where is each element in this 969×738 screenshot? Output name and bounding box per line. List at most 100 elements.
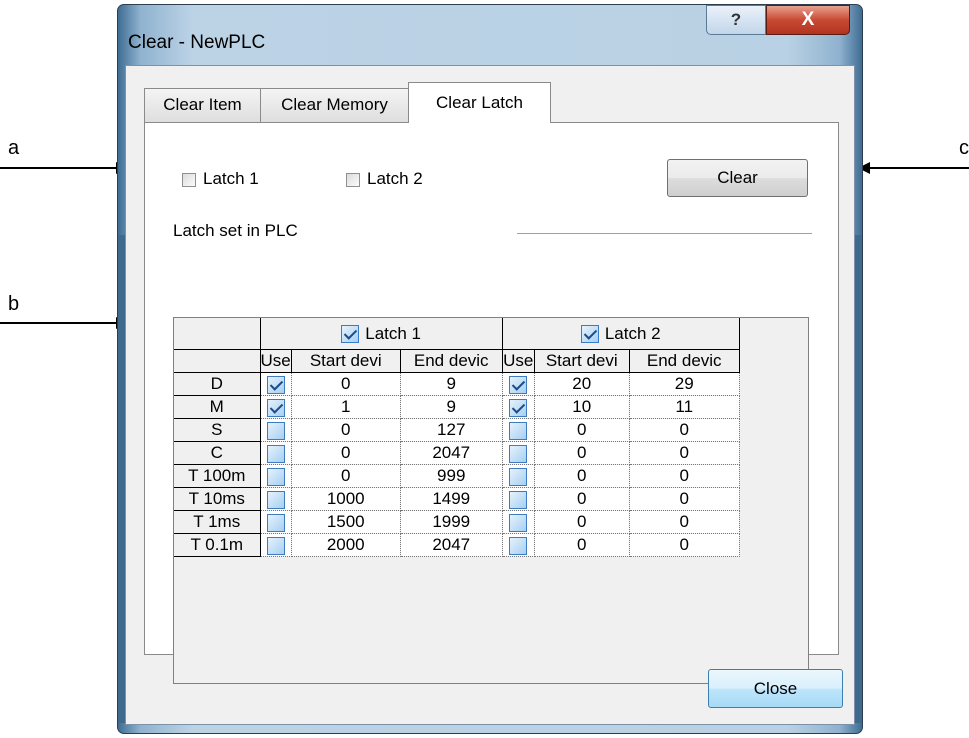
latch2-end-cell[interactable]: 0 (629, 441, 740, 465)
latch1-end-cell[interactable]: 1499 (400, 487, 503, 511)
latch1-use-checkbox[interactable] (266, 375, 285, 394)
latch1-end-cell[interactable]: 2047 (400, 533, 503, 557)
close-button[interactable]: Close (708, 669, 843, 708)
latch2-use-checkbox[interactable] (509, 444, 528, 463)
grid-corner-cell (174, 349, 261, 373)
group-header-latch1: Latch 1 (260, 318, 503, 350)
latch1-use-checkbox-cell (260, 441, 292, 465)
latch2-start-cell[interactable]: 0 (534, 510, 630, 534)
latch2-checkbox[interactable] (346, 173, 360, 187)
latch2-end-cell[interactable]: 11 (629, 395, 740, 419)
dialog-client-area: Clear Item Clear Memory Clear Latch Latc… (125, 65, 855, 725)
callout-a: a (8, 137, 20, 159)
latch1-use-checkbox-cell (260, 487, 292, 511)
device-name-cell: T 10ms (174, 487, 261, 511)
latch1-start-cell[interactable]: 0 (291, 418, 401, 442)
latch1-end-cell[interactable]: 9 (400, 395, 503, 419)
latch2-use-checkbox[interactable] (509, 513, 528, 532)
column-header-end-2: End devic (629, 349, 740, 373)
device-name-cell: M (174, 395, 261, 419)
section-separator (517, 233, 812, 234)
latch1-end-cell[interactable]: 9 (400, 372, 503, 396)
latch1-start-cell[interactable]: 1000 (291, 487, 401, 511)
window-title: Clear - NewPLC (128, 32, 266, 53)
latch2-end-cell[interactable]: 0 (629, 464, 740, 488)
latch1-use-checkbox[interactable] (266, 421, 285, 440)
window-close-button[interactable]: X (766, 5, 850, 35)
tab-clear-memory[interactable]: Clear Memory (260, 88, 409, 122)
device-name-cell: C (174, 441, 261, 465)
column-header-start-1: Start devi (291, 349, 401, 373)
table-row: T 0.1m 2000 2047 0 0 (174, 533, 740, 557)
latch2-end-cell[interactable]: 29 (629, 372, 740, 396)
latch1-start-cell[interactable]: 0 (291, 441, 401, 465)
latch-table: Latch 1 Latch 2 Use Start devi End devic… (174, 318, 740, 557)
latch2-use-checkbox-cell (502, 372, 535, 396)
latch1-end-cell[interactable]: 127 (400, 418, 503, 442)
latch1-label: Latch 1 (203, 169, 259, 188)
table-row: T 1ms 1500 1999 0 0 (174, 510, 740, 534)
latch1-use-checkbox-cell (260, 395, 292, 419)
latch2-use-checkbox-cell (502, 487, 535, 511)
group-latch1-checkbox[interactable] (341, 325, 360, 344)
group-latch1-label: Latch 1 (365, 323, 421, 343)
latch2-start-cell[interactable]: 0 (534, 464, 630, 488)
latch1-use-checkbox[interactable] (266, 444, 285, 463)
latch2-use-checkbox[interactable] (509, 375, 528, 394)
latch-grid: Latch 1 Latch 2 Use Start devi End devic… (173, 317, 809, 684)
latch2-end-cell[interactable]: 0 (629, 418, 740, 442)
latch1-checkbox[interactable] (182, 173, 196, 187)
table-row: T 100m 0 999 0 0 (174, 464, 740, 488)
latch1-start-cell[interactable]: 1500 (291, 510, 401, 534)
device-name-cell: T 100m (174, 464, 261, 488)
latch2-use-checkbox-cell (502, 441, 535, 465)
column-header-use-2: Use (502, 349, 535, 373)
tab-clear-latch[interactable]: Clear Latch (408, 82, 551, 123)
latch1-start-cell[interactable]: 2000 (291, 533, 401, 557)
clear-button[interactable]: Clear (667, 159, 808, 197)
latch1-use-checkbox-cell (260, 418, 292, 442)
help-button[interactable]: ? (706, 5, 766, 35)
latch2-label: Latch 2 (367, 169, 423, 188)
latch1-start-cell[interactable]: 0 (291, 372, 401, 396)
grid-corner-cell (174, 318, 261, 350)
grid-group-header-row: Latch 1 Latch 2 (174, 318, 740, 350)
device-name-cell: T 1ms (174, 510, 261, 534)
table-row: C 0 2047 0 0 (174, 441, 740, 465)
grid-column-header-row: Use Start devi End devic Use Start devi … (174, 349, 740, 373)
latch2-end-cell[interactable]: 0 (629, 510, 740, 534)
latch1-use-checkbox[interactable] (266, 490, 285, 509)
latch1-end-cell[interactable]: 2047 (400, 441, 503, 465)
group-latch2-checkbox[interactable] (580, 325, 599, 344)
latch2-end-cell[interactable]: 0 (629, 533, 740, 557)
latch1-use-checkbox[interactable] (266, 536, 285, 555)
latch2-use-checkbox[interactable] (509, 536, 528, 555)
latch2-start-cell[interactable]: 0 (534, 487, 630, 511)
latch-set-in-plc-label: Latch set in PLC (173, 221, 298, 240)
column-header-use-1: Use (260, 349, 292, 373)
latch2-start-cell[interactable]: 0 (534, 418, 630, 442)
latch1-use-checkbox[interactable] (266, 467, 285, 486)
latch2-start-cell[interactable]: 10 (534, 395, 630, 419)
latch2-use-checkbox[interactable] (509, 467, 528, 486)
latch2-use-checkbox[interactable] (509, 398, 528, 417)
table-row: D 0 9 20 29 (174, 372, 740, 396)
latch2-end-cell[interactable]: 0 (629, 487, 740, 511)
latch2-use-checkbox[interactable] (509, 421, 528, 440)
latch1-end-cell[interactable]: 999 (400, 464, 503, 488)
latch1-use-checkbox[interactable] (266, 513, 285, 532)
table-row: S 0 127 0 0 (174, 418, 740, 442)
latch2-start-cell[interactable]: 20 (534, 372, 630, 396)
latch2-start-cell[interactable]: 0 (534, 533, 630, 557)
latch2-use-checkbox[interactable] (509, 490, 528, 509)
latch1-start-cell[interactable]: 0 (291, 464, 401, 488)
latch1-start-cell[interactable]: 1 (291, 395, 401, 419)
tab-clear-item[interactable]: Clear Item (144, 88, 261, 122)
latch1-use-checkbox-cell (260, 464, 292, 488)
latch1-end-cell[interactable]: 1999 (400, 510, 503, 534)
latch1-use-checkbox[interactable] (266, 398, 285, 417)
clear-latch-panel: Latch 1 Latch 2 Clear Latch set in PLC L… (144, 122, 839, 684)
table-row: M 1 9 10 11 (174, 395, 740, 419)
latch2-start-cell[interactable]: 0 (534, 441, 630, 465)
group-latch2-label: Latch 2 (604, 323, 661, 343)
